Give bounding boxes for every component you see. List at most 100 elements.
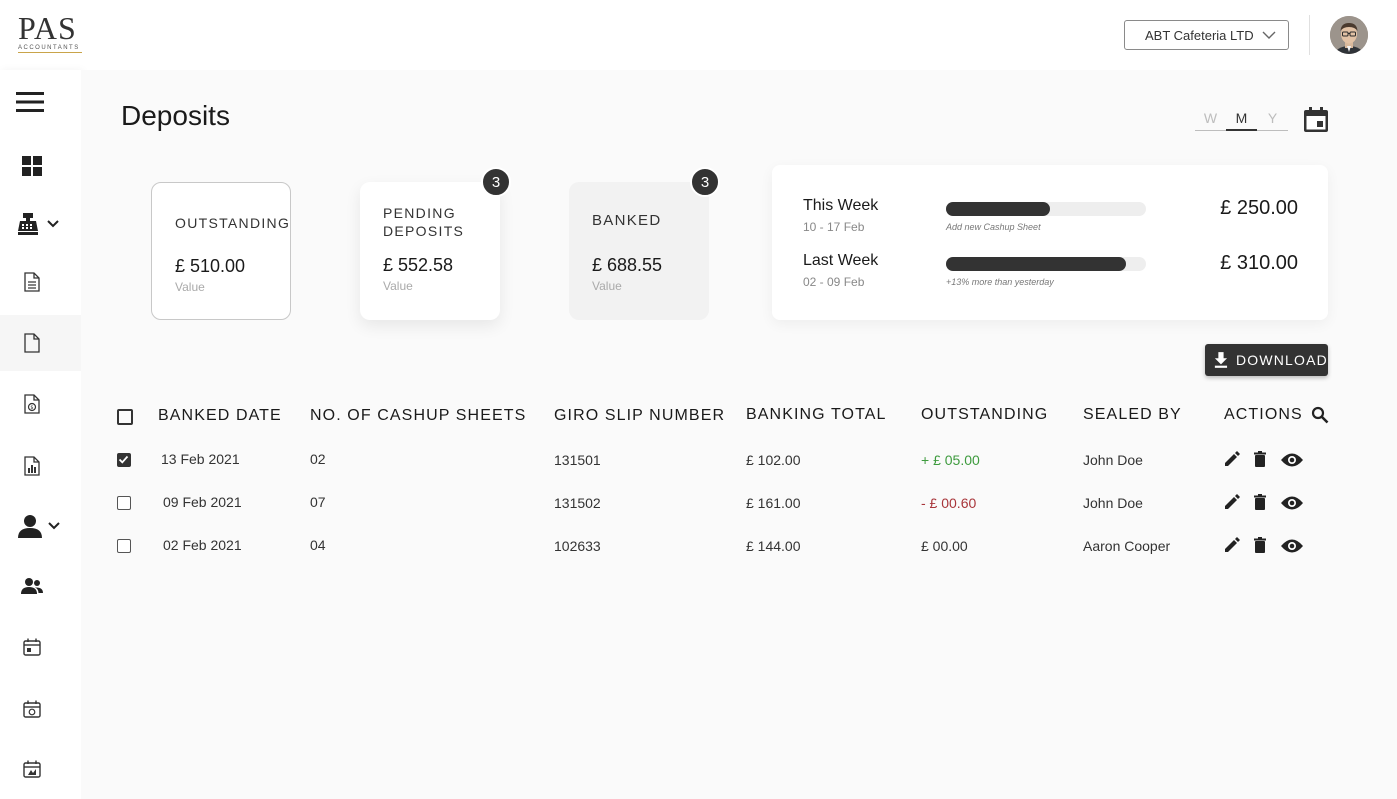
week-note-link[interactable]: Add new Cashup Sheet bbox=[946, 222, 1041, 232]
file-icon bbox=[24, 333, 40, 353]
banking-total-cell: £ 144.00 bbox=[746, 538, 801, 554]
user-avatar[interactable] bbox=[1330, 16, 1368, 54]
cash-register-icon bbox=[18, 213, 38, 235]
calendar-event-icon bbox=[1304, 107, 1328, 132]
view-button[interactable] bbox=[1281, 453, 1303, 472]
period-month-tab[interactable]: M bbox=[1226, 110, 1257, 131]
company-selector[interactable]: ABT Cafeteria LTD bbox=[1124, 20, 1289, 50]
banked-card[interactable]: 3 BANKED £ 688.55 Value bbox=[569, 167, 720, 320]
table-row[interactable]: 13 Feb 2021 02 131501 £ 102.00 + £ 05.00… bbox=[0, 445, 1397, 475]
week-progress-fill bbox=[946, 202, 1050, 216]
outstanding-cell: - £ 00.60 bbox=[921, 495, 977, 511]
chevron-down-icon bbox=[47, 220, 59, 228]
delete-button[interactable] bbox=[1254, 494, 1266, 515]
giro-slip-cell: 131502 bbox=[554, 495, 601, 511]
people-icon bbox=[21, 578, 43, 594]
card-amount: £ 688.55 bbox=[592, 255, 663, 275]
select-all-checkbox[interactable] bbox=[117, 409, 133, 425]
pencil-icon bbox=[1225, 451, 1240, 466]
column-header-banking-total[interactable]: BANKING TOTAL bbox=[746, 406, 887, 424]
cashup-sheets-cell: 07 bbox=[310, 494, 326, 510]
week-progress-bar bbox=[946, 257, 1146, 271]
card-subtitle: Value bbox=[175, 280, 205, 294]
eye-icon bbox=[1281, 496, 1303, 510]
week-range: 10 - 17 Feb bbox=[803, 220, 865, 234]
week-range: 02 - 09 Feb bbox=[803, 275, 865, 289]
money-file-icon: $ bbox=[24, 394, 40, 414]
chevron-down-icon bbox=[1262, 31, 1276, 39]
banked-date-cell: 02 Feb 2021 bbox=[163, 537, 242, 553]
view-button[interactable] bbox=[1281, 539, 1303, 558]
week-note: +13% more than yesterday bbox=[946, 277, 1054, 287]
card-title: OUTSTANDING bbox=[175, 215, 291, 231]
sidebar-item-documents[interactable] bbox=[18, 268, 46, 296]
sidebar-item-calendar[interactable] bbox=[18, 633, 46, 661]
edit-button[interactable] bbox=[1224, 451, 1240, 472]
row-checkbox[interactable] bbox=[117, 539, 131, 553]
cashup-sheets-cell: 02 bbox=[310, 451, 326, 467]
outstanding-card[interactable]: OUTSTANDING £ 510.00 Value bbox=[151, 182, 291, 320]
column-header-banked-date[interactable]: BANKED DATE bbox=[158, 407, 282, 425]
delete-button[interactable] bbox=[1254, 537, 1266, 558]
column-header-actions: ACTIONS bbox=[1224, 406, 1303, 423]
giro-slip-cell: 102633 bbox=[554, 538, 601, 554]
cashup-sheets-cell: 04 bbox=[310, 537, 326, 553]
eye-icon bbox=[1281, 453, 1303, 467]
top-bar: PAS ACCOUNTANTS ABT Cafeteria LTD bbox=[0, 0, 1397, 70]
company-logo[interactable]: PAS ACCOUNTANTS bbox=[18, 12, 82, 58]
column-header-giro-slip[interactable]: GIRO SLIP NUMBER bbox=[554, 407, 725, 425]
trash-icon bbox=[1254, 537, 1266, 553]
sidebar-item-deposits[interactable] bbox=[18, 329, 46, 357]
last-week-row: Last Week 02 - 09 Feb +13% more than yes… bbox=[772, 252, 1328, 292]
column-header-cashup-sheets[interactable]: NO. OF CASHUP SHEETS bbox=[310, 407, 526, 425]
document-icon bbox=[24, 272, 40, 292]
calendar-icon bbox=[23, 638, 41, 656]
sidebar-menu-toggle[interactable] bbox=[14, 86, 46, 118]
weekly-summary-card: This Week 10 - 17 Feb Add new Cashup She… bbox=[772, 165, 1328, 320]
download-button[interactable]: DOWNLOAD bbox=[1205, 344, 1328, 376]
week-label: This Week bbox=[803, 197, 879, 214]
table-row[interactable]: 09 Feb 2021 07 131502 £ 161.00 - £ 00.60… bbox=[0, 488, 1397, 518]
sidebar-item-team[interactable] bbox=[18, 572, 46, 600]
week-progress-bar bbox=[946, 202, 1146, 216]
banked-date-cell: 09 Feb 2021 bbox=[163, 494, 242, 510]
sidebar-item-schedule[interactable] bbox=[18, 695, 46, 723]
trash-icon bbox=[1254, 451, 1266, 467]
card-subtitle: Value bbox=[592, 279, 622, 293]
pencil-icon bbox=[1225, 537, 1240, 552]
row-checkbox[interactable] bbox=[117, 496, 131, 510]
sidebar-item-payments[interactable]: $ bbox=[18, 390, 46, 418]
menu-icon bbox=[16, 92, 44, 112]
delete-button[interactable] bbox=[1254, 451, 1266, 472]
column-header-sealed-by[interactable]: SEALED BY bbox=[1083, 406, 1182, 424]
download-label: DOWNLOAD bbox=[1235, 352, 1328, 368]
calendar-check-icon bbox=[23, 700, 41, 718]
giro-slip-cell: 131501 bbox=[554, 452, 601, 468]
edit-button[interactable] bbox=[1224, 537, 1240, 558]
page-title: Deposits bbox=[121, 100, 230, 131]
view-button[interactable] bbox=[1281, 496, 1303, 515]
dashboard-icon bbox=[22, 156, 42, 176]
row-checkbox[interactable] bbox=[117, 453, 131, 467]
card-title: PENDING DEPOSITS bbox=[383, 205, 465, 239]
period-year-tab[interactable]: Y bbox=[1257, 110, 1288, 131]
sealed-by-cell: Aaron Cooper bbox=[1083, 538, 1171, 554]
table-search-button[interactable] bbox=[1311, 406, 1329, 429]
check-icon bbox=[118, 455, 129, 464]
card-amount: £ 552.58 bbox=[383, 255, 454, 275]
pending-deposits-card[interactable]: 3 PENDING DEPOSITS £ 552.58 Value bbox=[360, 167, 511, 320]
sidebar-item-events[interactable] bbox=[18, 755, 46, 783]
table-row[interactable]: 02 Feb 2021 04 102633 £ 144.00 £ 00.00 A… bbox=[0, 531, 1397, 561]
week-amount: £ 250.00 bbox=[1220, 197, 1298, 219]
period-week-tab[interactable]: W bbox=[1195, 110, 1226, 131]
header-divider bbox=[1309, 15, 1310, 55]
sidebar-item-dashboard[interactable] bbox=[18, 152, 46, 180]
card-amount: £ 510.00 bbox=[175, 256, 246, 276]
this-week-row: This Week 10 - 17 Feb Add new Cashup She… bbox=[772, 197, 1328, 237]
sidebar-item-cashup[interactable] bbox=[18, 210, 66, 238]
avatar-image bbox=[1330, 16, 1368, 54]
column-header-outstanding[interactable]: OUTSTANDING bbox=[921, 406, 1048, 424]
calendar-button[interactable] bbox=[1303, 107, 1329, 138]
edit-button[interactable] bbox=[1224, 494, 1240, 515]
eye-icon bbox=[1281, 539, 1303, 553]
